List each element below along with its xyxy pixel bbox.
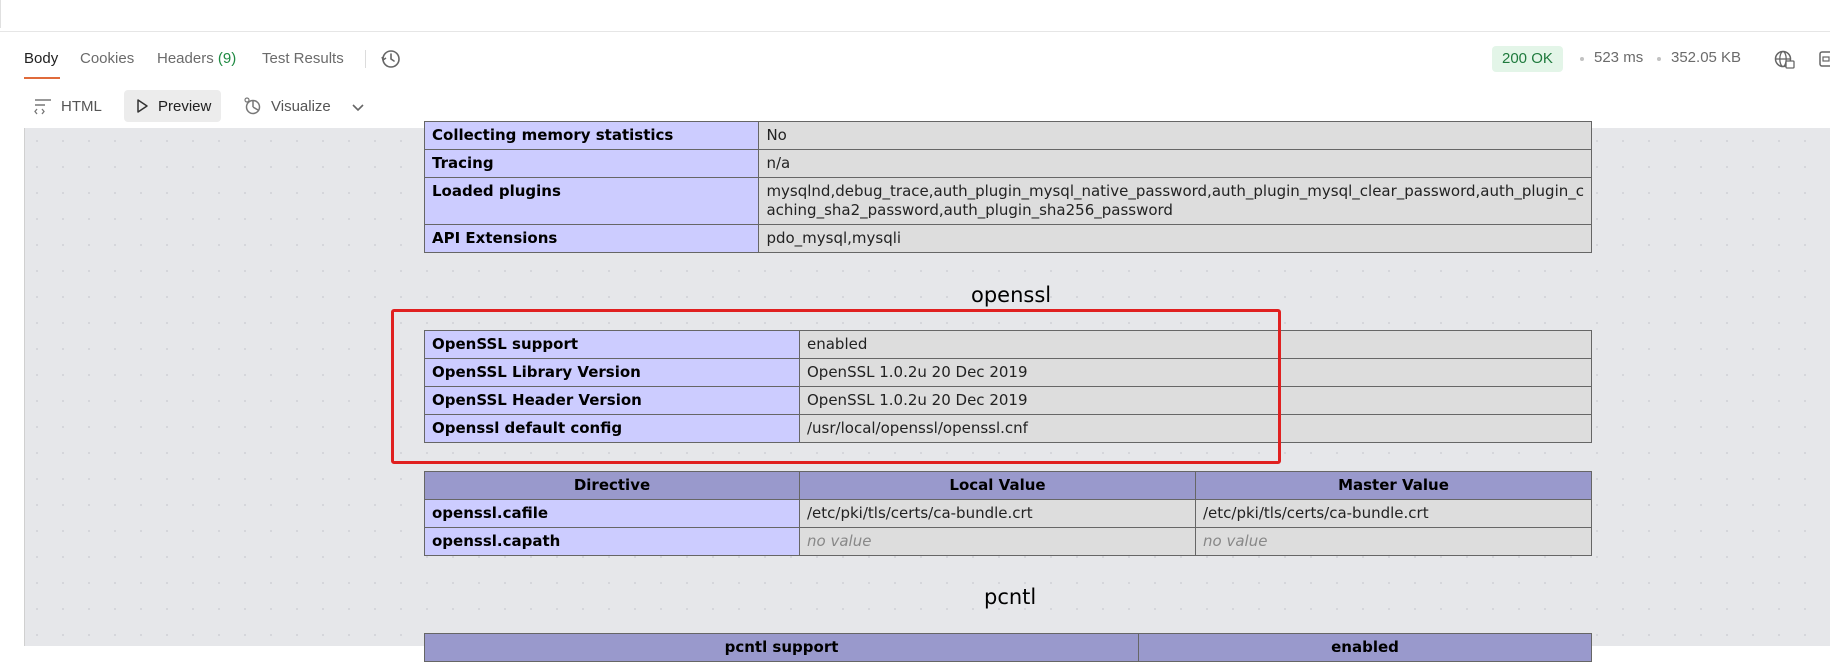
row-key: API Extensions — [423, 224, 760, 253]
tab-divider — [365, 50, 366, 68]
tab-test-results[interactable]: Test Results — [262, 50, 344, 67]
row-key: Collecting memory statistics — [423, 121, 760, 150]
table-row: openssl.capath no value no value — [424, 527, 1592, 556]
tab-body[interactable]: Body — [24, 50, 58, 67]
red-highlight-annotation — [391, 309, 1281, 464]
play-icon — [137, 99, 148, 113]
html-view-label: HTML — [61, 97, 102, 115]
column-header: enabled — [1138, 633, 1592, 662]
visualize-icon — [244, 97, 261, 115]
master-value: no value — [1195, 527, 1592, 556]
openssl-directives-table: Directive Local Value Master Value opens… — [424, 471, 1592, 556]
table-row: openssl.cafile /etc/pki/tls/certs/ca-bun… — [424, 499, 1592, 528]
network-globe-icon[interactable] — [1773, 48, 1795, 70]
no-value-text: no value — [807, 532, 872, 550]
section-title-openssl: openssl — [971, 283, 1052, 307]
mysqlnd-table: Collecting memory statistics No Tracing … — [423, 121, 1592, 253]
table-header-row: pcntl support enabled — [424, 633, 1592, 662]
table-header-row: Directive Local Value Master Value — [424, 471, 1592, 500]
url-field-area[interactable] — [0, 0, 1830, 28]
row-key: Loaded plugins — [423, 177, 760, 225]
master-value: /etc/pki/tls/certs/ca-bundle.crt — [1195, 499, 1592, 528]
local-value: /etc/pki/tls/certs/ca-bundle.crt — [799, 499, 1196, 528]
row-key: Tracing — [423, 149, 760, 178]
response-time[interactable]: 523 ms — [1594, 49, 1643, 66]
no-value-text: no value — [1203, 532, 1268, 550]
directive-name: openssl.capath — [424, 527, 800, 556]
tab-cookies[interactable]: Cookies — [80, 50, 134, 67]
directive-name: openssl.cafile — [424, 499, 800, 528]
table-row: Loaded plugins mysqlnd,debug_trace,auth_… — [423, 177, 1592, 225]
response-size[interactable]: 352.05 KB — [1671, 49, 1741, 66]
headers-count-badge: (9) — [217, 50, 237, 67]
code-lines-icon — [34, 99, 51, 115]
top-bar — [0, 0, 1830, 32]
status-badge[interactable]: 200 OK — [1492, 46, 1563, 72]
table-row: Tracing n/a — [423, 149, 1592, 178]
separator-dot — [1657, 57, 1661, 61]
section-title-pcntl: pcntl — [984, 585, 1037, 609]
active-tab-indicator — [24, 77, 60, 79]
preview-view-label: Preview — [158, 97, 212, 115]
column-header: pcntl support — [424, 633, 1139, 662]
history-icon[interactable] — [380, 48, 402, 70]
column-header: Local Value — [799, 471, 1196, 500]
visualize-view-label: Visualize — [271, 97, 331, 115]
visualize-view-button[interactable]: Visualize — [243, 90, 331, 122]
table-row: API Extensions pdo_mysql,mysqli — [423, 224, 1592, 253]
pane-border — [24, 128, 25, 646]
html-view-button[interactable]: HTML — [33, 90, 102, 122]
row-value-line: mysqlnd,debug_trace,auth_plugin_mysql_na… — [766, 182, 1584, 200]
tab-headers-label: Headers — [157, 50, 214, 67]
table-row: Collecting memory statistics No — [423, 121, 1592, 150]
preview-view-button[interactable]: Preview — [124, 90, 222, 122]
row-value: mysqlnd,debug_trace,auth_plugin_mysql_na… — [758, 177, 1592, 225]
column-header: Master Value — [1195, 471, 1592, 500]
chevron-down-icon[interactable] — [351, 100, 365, 114]
local-value: no value — [799, 527, 1196, 556]
row-value: n/a — [758, 149, 1592, 178]
row-value-line: aching_sha2_password,auth_plugin_sha256_… — [766, 201, 1173, 219]
tab-headers[interactable]: Headers (9) — [157, 50, 236, 67]
save-response-icon[interactable] — [1818, 48, 1830, 70]
row-value: No — [758, 121, 1592, 150]
separator-dot — [1580, 57, 1584, 61]
pcntl-table: pcntl support enabled — [424, 633, 1592, 662]
row-value: pdo_mysql,mysqli — [758, 224, 1592, 253]
column-header: Directive — [424, 471, 800, 500]
